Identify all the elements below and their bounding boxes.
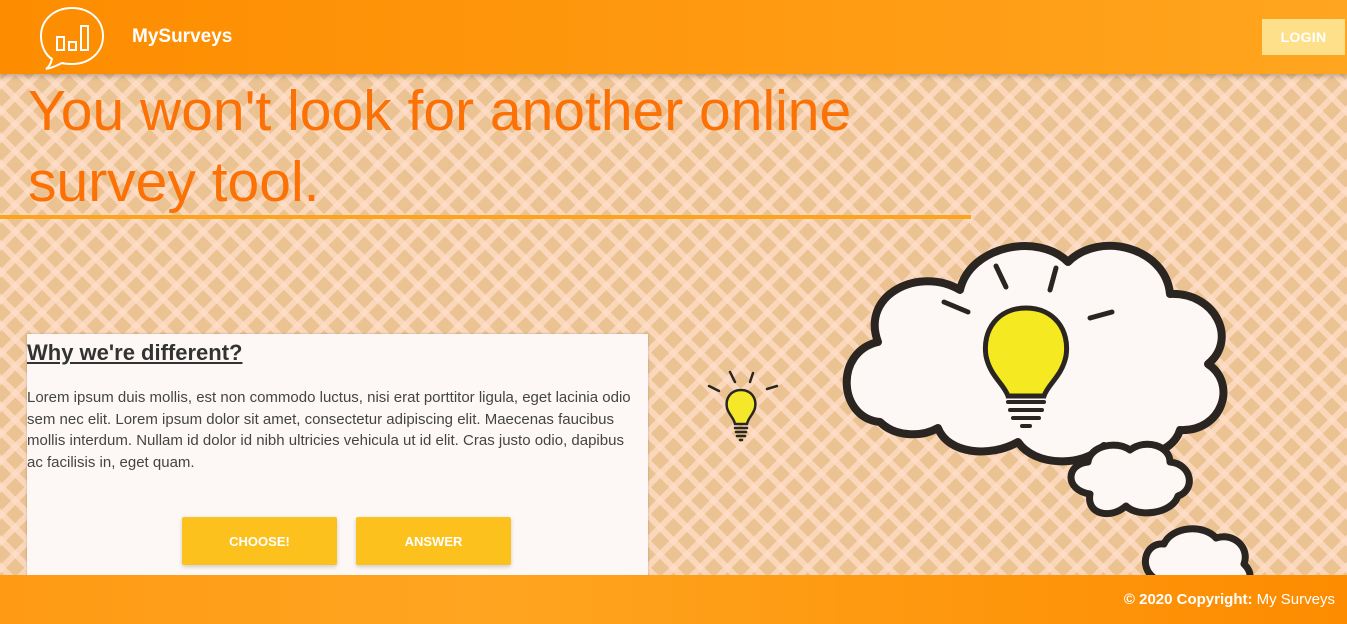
brand-name[interactable]: MySurveys [132, 26, 232, 48]
hero-title: You won't look for another online survey… [28, 79, 852, 214]
lightbulb-icon [707, 370, 779, 442]
info-card: Why we're different? Lorem ipsum duis mo… [27, 334, 648, 579]
answer-button[interactable]: ANSWER [356, 517, 511, 565]
card-title: Why we're different? [27, 340, 243, 365]
hero-divider [0, 215, 971, 219]
copyright-label: © 2020 Copyright: [1123, 591, 1253, 608]
chart-speech-bubble-icon[interactable] [38, 6, 106, 70]
top-nav-bar: MySurveys LOGIN [0, 0, 1347, 74]
card-text: Lorem ipsum duis mollis, est non commodo… [27, 389, 631, 471]
thought-cloud-lightbulb-icon [842, 242, 1254, 582]
copyright: © 2020 Copyright: My Surveys [1124, 591, 1335, 608]
copyright-name[interactable]: My Surveys [1257, 591, 1335, 608]
login-button[interactable]: LOGIN [1262, 19, 1345, 55]
footer: © 2020 Copyright: My Surveys [0, 575, 1347, 624]
choose-button[interactable]: CHOOSE! [182, 517, 337, 565]
